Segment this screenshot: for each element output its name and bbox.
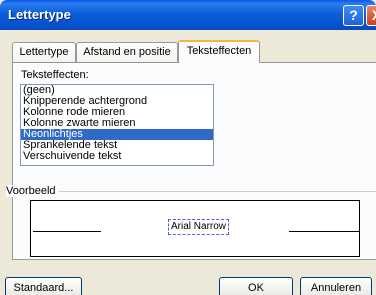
cancel-button[interactable]: Annuleren: [300, 277, 372, 295]
list-item[interactable]: Verschuivende tekst: [21, 151, 213, 162]
effects-listbox[interactable]: (geen) Knipperende achtergrond Kolonne r…: [20, 84, 214, 166]
tab-afstand-en-positie[interactable]: Afstand en positie: [76, 42, 178, 62]
title-bar[interactable]: Lettertype ? X: [0, 0, 376, 30]
preview-separator: [6, 191, 376, 192]
window-title: Lettertype: [8, 7, 71, 22]
ok-button[interactable]: OK: [219, 277, 293, 295]
default-button[interactable]: Standaard...: [5, 277, 82, 295]
preview-baseline-right: [289, 231, 360, 232]
tab-lettertype[interactable]: Lettertype: [12, 42, 76, 62]
effects-label: Teksteffecten:: [21, 69, 89, 81]
preview-baseline-left: [33, 231, 101, 232]
help-button[interactable]: ?: [343, 5, 364, 26]
close-button[interactable]: X: [366, 5, 376, 26]
tab-teksteffecten[interactable]: Teksteffecten: [178, 40, 260, 63]
preview-sample-text: Arial Narrow: [167, 219, 230, 235]
preview-label: Voorbeeld: [6, 185, 59, 197]
